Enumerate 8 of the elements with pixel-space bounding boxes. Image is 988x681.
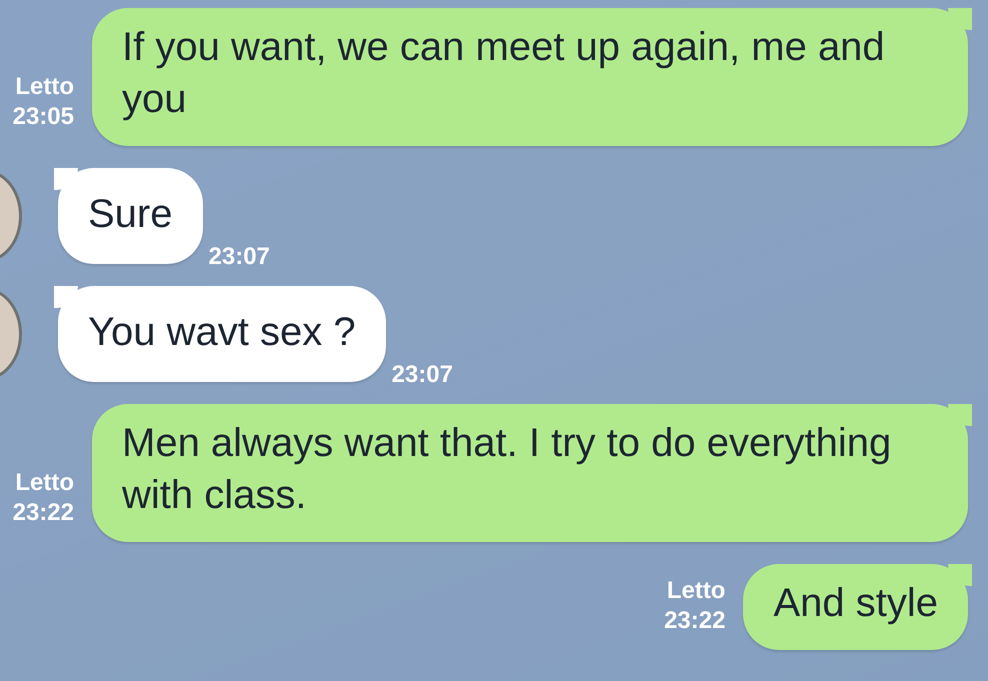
read-status: Letto bbox=[666, 576, 726, 606]
message-time: 23:07 bbox=[392, 360, 453, 390]
message-time: 23:22 bbox=[12, 498, 74, 528]
message-time: 23:22 bbox=[664, 606, 726, 636]
read-status: Letto bbox=[15, 72, 74, 102]
message-time: 23:05 bbox=[12, 102, 74, 132]
message-time: 23:07 bbox=[208, 242, 270, 272]
read-status: Letto bbox=[15, 468, 74, 498]
